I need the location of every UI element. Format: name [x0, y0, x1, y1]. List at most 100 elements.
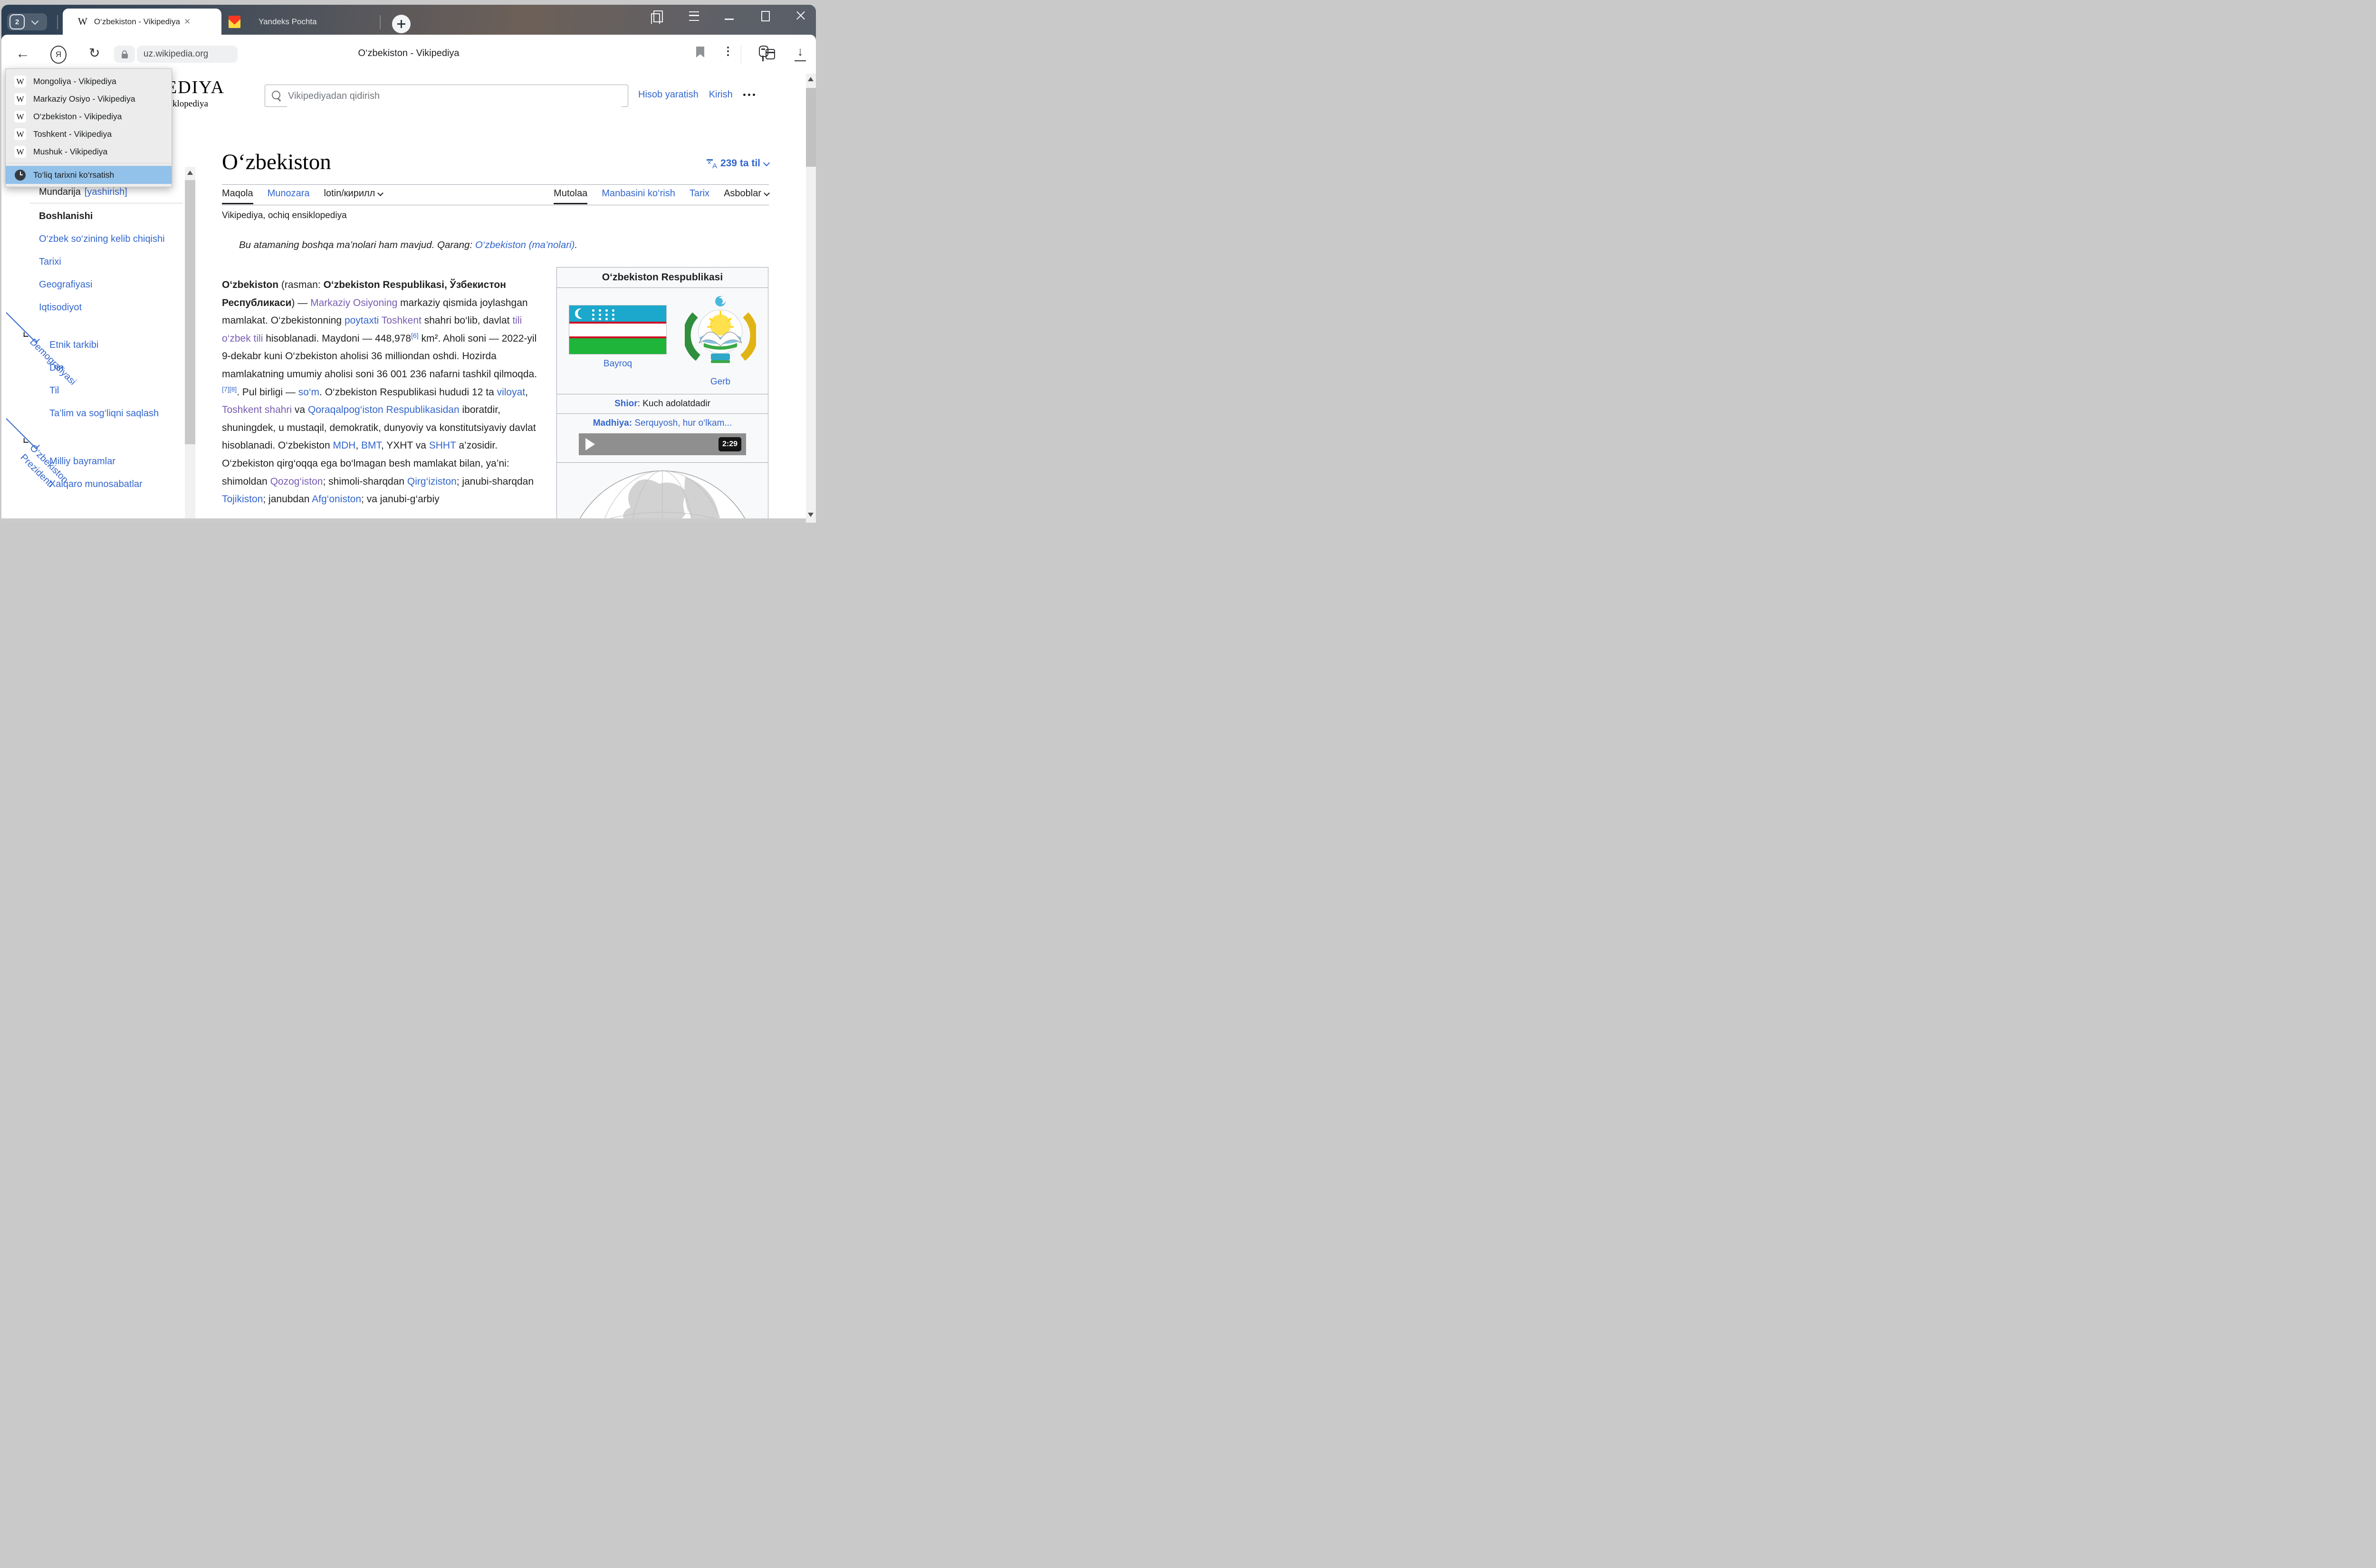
wikipedia-favicon: W — [14, 111, 26, 123]
tab-script-variant[interactable]: lotin/кирилл — [324, 188, 383, 204]
toc-hide-link[interactable]: [yashirish] — [85, 187, 127, 197]
article-link[interactable]: Tojikiston — [222, 494, 263, 505]
show-full-history-item[interactable]: To‘liq tarixni ko‘rsatish — [6, 166, 172, 184]
article-link[interactable]: O‘zbekiston (ma’nolari) — [475, 239, 575, 250]
uzbekistan-emblem-image[interactable] — [685, 294, 756, 370]
site-security-badge[interactable] — [114, 46, 135, 63]
chevron-down-icon[interactable] — [24, 438, 29, 443]
motto-link[interactable]: Shior — [614, 399, 638, 409]
history-menu-item[interactable]: WMushuk - Vikipediya — [6, 143, 172, 161]
emblem-link[interactable]: Gerb — [710, 377, 730, 387]
chevron-down-icon[interactable] — [31, 17, 39, 25]
reference-link[interactable]: [6] — [411, 332, 419, 339]
hamburger-menu-icon[interactable] — [689, 11, 699, 21]
toc-item[interactable]: Ta’lim va sog‘liqni saqlash — [1, 407, 182, 420]
yandex-search-icon[interactable]: Я — [50, 46, 67, 64]
bookmarks-panel-icon[interactable] — [653, 10, 663, 22]
create-account-link[interactable]: Hisob yaratish — [638, 89, 699, 100]
reference-link[interactable]: [7][8] — [222, 385, 237, 393]
article-link[interactable]: Qirg‘iziston — [407, 476, 457, 487]
toc-item[interactable]: O‘zbekiston Prezidenti — [6, 415, 39, 449]
toc-item[interactable]: Milliy bayramlar — [1, 455, 182, 468]
minimize-button[interactable] — [725, 19, 734, 20]
language-selector-button[interactable]: A 239 ta til — [706, 158, 769, 169]
article-link[interactable]: Qoraqalpog‘iston Respublikasidan — [308, 404, 460, 415]
uzbekistan-flag-image[interactable] — [569, 305, 667, 354]
anthem-title-link[interactable]: Serquyosh, hur o‘lkam... — [632, 418, 732, 428]
toc-item[interactable]: Din — [1, 361, 182, 374]
tab-view-source[interactable]: Manbasini ko‘rish — [602, 188, 675, 204]
wikipedia-favicon: W — [14, 128, 26, 140]
history-menu-item[interactable]: WMarkaziy Osiyo - Vikipediya — [6, 90, 172, 108]
tab-read[interactable]: Mutolaa — [554, 188, 587, 204]
tab-history[interactable]: Tarix — [690, 188, 709, 204]
password-manager-icon[interactable] — [758, 45, 776, 63]
toc-item[interactable]: Xalqaro munosabatlar — [1, 478, 182, 491]
history-menu-item[interactable]: W O‘zbekiston - Vikipediya — [6, 108, 172, 125]
article-link[interactable]: so‘m — [298, 387, 319, 398]
page-vertical-scrollbar[interactable] — [806, 74, 816, 523]
tab-title: Yandeks Pochta — [259, 17, 317, 27]
scroll-up-arrow-icon[interactable] — [808, 77, 814, 81]
search-input[interactable] — [287, 85, 622, 107]
new-tab-button[interactable] — [392, 15, 411, 33]
more-options-icon[interactable] — [727, 47, 729, 48]
close-tab-icon[interactable]: ✕ — [184, 17, 191, 27]
article-link[interactable]: MDH — [333, 440, 355, 451]
flag-link[interactable]: Bayroq — [604, 359, 632, 369]
browser-window: 2 W O‘zbekiston - Vikipediya ✕ Yandeks P… — [1, 5, 816, 523]
article-link[interactable]: Afg‘oniston — [312, 494, 361, 505]
scroll-down-arrow-icon[interactable] — [808, 513, 814, 517]
tab-talk[interactable]: Munozara — [268, 188, 310, 204]
user-menu-dots-icon[interactable] — [743, 94, 746, 96]
toc-item[interactable]: Etnik tarkibi — [1, 338, 182, 352]
toc-item[interactable]: Tarixi — [1, 255, 182, 268]
article-link[interactable]: viloyat — [497, 387, 526, 398]
back-button[interactable]: ← — [16, 44, 30, 63]
chevron-down-icon[interactable] — [24, 332, 29, 337]
page-horizontal-scrollbar[interactable] — [1, 518, 806, 523]
history-menu-item[interactable]: WMongoliya - Vikipediya — [6, 73, 172, 90]
article-link[interactable]: Markaziy Osiyoning — [310, 297, 397, 308]
toc-item[interactable]: Til — [1, 384, 182, 397]
tab-counter[interactable]: 2 — [10, 14, 25, 29]
scrollbar-thumb[interactable] — [806, 88, 816, 167]
anthem-link[interactable]: Madhiya: — [593, 418, 632, 428]
wikipedia-favicon: W — [14, 76, 26, 87]
maximize-button[interactable] — [761, 11, 770, 21]
toc-item[interactable]: Geografiyasi — [1, 278, 182, 291]
article-text: va — [292, 404, 308, 415]
tab-active-wikipedia[interactable]: W O‘zbekiston - Vikipediya ✕ — [63, 9, 221, 35]
history-menu-item[interactable]: WToshkent - Vikipediya — [6, 125, 172, 143]
toc-scrollbar[interactable] — [185, 167, 195, 519]
address-bar[interactable]: uz.wikipedia.org — [137, 46, 238, 63]
wikipedia-search-box[interactable] — [265, 85, 628, 107]
article-link[interactable]: Toshkent — [382, 315, 422, 326]
toc-item[interactable]: O‘zbek so‘zining kelib chiqishi — [1, 232, 182, 246]
toc-item[interactable]: Boshlanishi — [1, 210, 182, 223]
article-link[interactable]: BMT — [361, 440, 381, 451]
scrollbar-thumb[interactable] — [185, 180, 195, 444]
toc-item[interactable]: Iqtisodiyot — [1, 301, 182, 314]
toc-item-label: Tarixi — [39, 257, 61, 267]
bookmark-flag-icon[interactable] — [696, 47, 704, 57]
page-title-omnibox[interactable]: O‘zbekiston - Vikipediya — [358, 48, 459, 59]
close-window-button[interactable] — [796, 10, 805, 20]
audio-player[interactable]: 2:29 — [579, 433, 746, 455]
article-link[interactable]: poytaxti — [345, 315, 379, 326]
history-item-label: O‘zbekiston - Vikipediya — [33, 112, 122, 122]
tab-tools[interactable]: Asboblar — [724, 188, 769, 204]
tab-yandex-mail[interactable]: Yandeks Pochta — [229, 9, 371, 35]
tab-group-button[interactable]: 2 — [7, 13, 47, 30]
downloads-icon[interactable]: ↓ — [794, 45, 806, 63]
table-of-contents: Boshlanishi O‘zbek so‘zining kelib chiqis… — [1, 210, 182, 500]
article-link[interactable]: SHHT — [429, 440, 456, 451]
article-link[interactable]: Qozog‘iston — [270, 476, 323, 487]
article-text: O‘zbekiston — [222, 279, 278, 290]
scroll-up-arrow-icon[interactable] — [187, 171, 193, 175]
tab-article[interactable]: Maqola — [222, 188, 253, 204]
play-icon[interactable] — [585, 438, 595, 450]
login-link[interactable]: Kirish — [709, 89, 733, 100]
article-link[interactable]: Toshkent shahri — [222, 404, 292, 415]
reload-button[interactable]: ↻ — [89, 45, 100, 61]
